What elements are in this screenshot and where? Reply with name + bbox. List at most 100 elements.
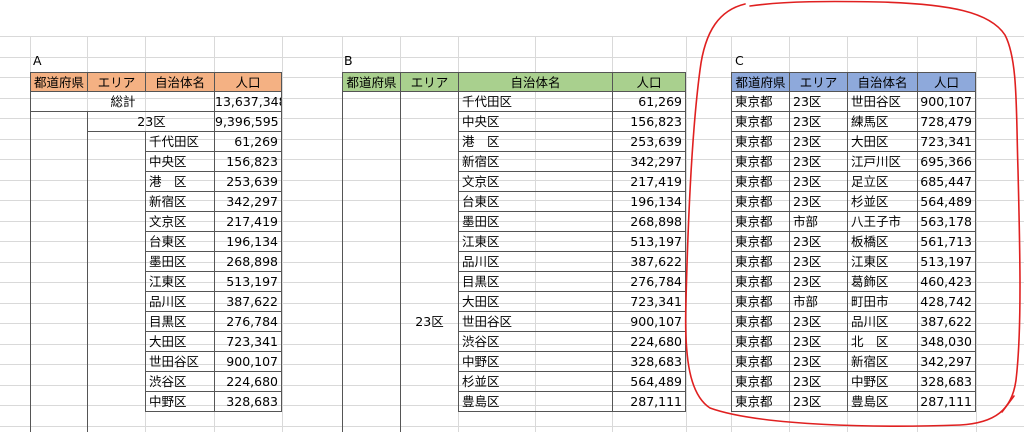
table-c-row-name[interactable]: 八王子市 — [847, 212, 918, 232]
table-a-row-name[interactable]: 千代田区 — [145, 132, 215, 152]
table-c-header-name[interactable]: 自治体名 — [847, 72, 918, 92]
table-c-row-area[interactable]: 市部 — [789, 212, 848, 232]
table-a-row-name[interactable]: 世田谷区 — [145, 352, 215, 372]
table-b-row-pop[interactable]: 387,622 — [612, 252, 686, 272]
table-b-header-name[interactable]: 自治体名 — [458, 72, 613, 92]
table-c-row-pref[interactable]: 東京都 — [731, 172, 790, 192]
table-a-row-pop[interactable]: 156,823 — [214, 152, 282, 172]
table-b-row-pop[interactable]: 328,683 — [612, 352, 686, 372]
table-a-row-pop[interactable]: 196,134 — [214, 232, 282, 252]
table-b-row-pop[interactable]: 224,680 — [612, 332, 686, 352]
table-b-row-name[interactable]: 文京区 — [458, 172, 613, 192]
table-c-row-area[interactable]: 23区 — [789, 272, 848, 292]
table-b-header-pref[interactable]: 都道府県 — [342, 72, 401, 92]
table-a-sub-label[interactable]: 23区 — [87, 112, 215, 132]
table-c-row-pop[interactable]: 428,742 — [917, 292, 976, 312]
table-c-row-pop[interactable]: 723,341 — [917, 132, 976, 152]
table-c-row-area[interactable]: 23区 — [789, 192, 848, 212]
table-b-row-name[interactable]: 江東区 — [458, 232, 613, 252]
table-c-row-name[interactable]: 練馬区 — [847, 112, 918, 132]
table-c-row-pref[interactable]: 東京都 — [731, 332, 790, 352]
table-c-row-pref[interactable]: 東京都 — [731, 372, 790, 392]
table-c-row-name[interactable]: 杉並区 — [847, 192, 918, 212]
table-a-header-area[interactable]: エリア — [87, 72, 146, 92]
table-a-row-pop[interactable]: 253,639 — [214, 172, 282, 192]
table-b-row-pop[interactable]: 900,107 — [612, 312, 686, 332]
table-c-row-pref[interactable]: 東京都 — [731, 392, 790, 412]
table-a-total-value[interactable]: 13,637,348 — [214, 92, 282, 112]
table-a-row-name[interactable]: 墨田区 — [145, 252, 215, 272]
table-c-row-area[interactable]: 23区 — [789, 132, 848, 152]
table-c-row-pref[interactable]: 東京都 — [731, 152, 790, 172]
table-c-row-area[interactable]: 23区 — [789, 332, 848, 352]
table-c-row-name[interactable]: 新宿区 — [847, 352, 918, 372]
table-a-row-pop[interactable]: 900,107 — [214, 352, 282, 372]
table-a-row-name[interactable]: 文京区 — [145, 212, 215, 232]
table-b-row-pop[interactable]: 276,784 — [612, 272, 686, 292]
table-a-header-name[interactable]: 自治体名 — [145, 72, 215, 92]
table-c-row-pop[interactable]: 685,447 — [917, 172, 976, 192]
table-c-row-pop[interactable]: 328,683 — [917, 372, 976, 392]
table-c-header-area[interactable]: エリア — [789, 72, 848, 92]
table-c-row-pref[interactable]: 東京都 — [731, 212, 790, 232]
table-a-row-pop[interactable]: 342,297 — [214, 192, 282, 212]
table-a-row-pop[interactable]: 387,622 — [214, 292, 282, 312]
table-c-row-pop[interactable]: 387,622 — [917, 312, 976, 332]
table-b-row-name[interactable]: 中野区 — [458, 352, 613, 372]
table-c-row-area[interactable]: 23区 — [789, 352, 848, 372]
table-a-row-name[interactable]: 中野区 — [145, 392, 215, 412]
table-c-row-pop[interactable]: 695,366 — [917, 152, 976, 172]
table-c-row-area[interactable]: 23区 — [789, 112, 848, 132]
table-a-row-pop[interactable]: 723,341 — [214, 332, 282, 352]
table-b-header-pop[interactable]: 人口 — [612, 72, 686, 92]
table-c-row-pref[interactable]: 東京都 — [731, 112, 790, 132]
table-c-row-pop[interactable]: 460,423 — [917, 272, 976, 292]
table-c-row-pref[interactable]: 東京都 — [731, 312, 790, 332]
table-b-row-name[interactable]: 世田谷区 — [458, 312, 613, 332]
table-c-row-area[interactable]: 23区 — [789, 372, 848, 392]
table-c-row-pref[interactable]: 東京都 — [731, 92, 790, 112]
table-a-row-name[interactable]: 港 区 — [145, 172, 215, 192]
table-a-row-pop[interactable]: 217,419 — [214, 212, 282, 232]
table-c-row-pop[interactable]: 561,713 — [917, 232, 976, 252]
table-b-row-name[interactable]: 品川区 — [458, 252, 613, 272]
table-b-row-name[interactable]: 渋谷区 — [458, 332, 613, 352]
table-b-row-pop[interactable]: 61,269 — [612, 92, 686, 112]
table-a-row-pop[interactable]: 328,683 — [214, 392, 282, 412]
table-a-row-name[interactable]: 中央区 — [145, 152, 215, 172]
table-a-header-pop[interactable]: 人口 — [214, 72, 282, 92]
table-b-header-area[interactable]: エリア — [400, 72, 459, 92]
table-a-row-pop[interactable]: 268,898 — [214, 252, 282, 272]
table-c-row-area[interactable]: 市部 — [789, 292, 848, 312]
table-c-row-pop[interactable]: 348,030 — [917, 332, 976, 352]
table-b-row-pop[interactable]: 196,134 — [612, 192, 686, 212]
table-c-row-area[interactable]: 23区 — [789, 312, 848, 332]
table-c-row-pop[interactable]: 342,297 — [917, 352, 976, 372]
table-c-row-name[interactable]: 品川区 — [847, 312, 918, 332]
table-b-row-name[interactable]: 千代田区 — [458, 92, 613, 112]
table-c-row-pref[interactable]: 東京都 — [731, 252, 790, 272]
table-c-row-area[interactable]: 23区 — [789, 172, 848, 192]
table-b-row-name[interactable]: 墨田区 — [458, 212, 613, 232]
table-b-row-name[interactable]: 中央区 — [458, 112, 613, 132]
table-c-row-area[interactable]: 23区 — [789, 152, 848, 172]
table-c-row-pop[interactable]: 728,479 — [917, 112, 976, 132]
table-a-row-pop[interactable]: 61,269 — [214, 132, 282, 152]
table-a-row-pop[interactable]: 224,680 — [214, 372, 282, 392]
table-a-row-name[interactable]: 江東区 — [145, 272, 215, 292]
table-c-row-name[interactable]: 豊島区 — [847, 392, 918, 412]
table-c-row-name[interactable]: 板橋区 — [847, 232, 918, 252]
table-b-row-pop[interactable]: 156,823 — [612, 112, 686, 132]
table-c-row-name[interactable]: 江東区 — [847, 252, 918, 272]
table-c-row-pref[interactable]: 東京都 — [731, 232, 790, 252]
table-a-sub-value[interactable]: 9,396,595 — [214, 112, 282, 132]
table-c-row-pop[interactable]: 900,107 — [917, 92, 976, 112]
table-c-row-area[interactable]: 23区 — [789, 252, 848, 272]
table-a-row-name[interactable]: 品川区 — [145, 292, 215, 312]
table-c-row-pref[interactable]: 東京都 — [731, 272, 790, 292]
table-b-row-pop[interactable]: 217,419 — [612, 172, 686, 192]
table-c-row-pop[interactable]: 564,489 — [917, 192, 976, 212]
table-c-row-name[interactable]: 町田市 — [847, 292, 918, 312]
table-b-row-pop[interactable]: 268,898 — [612, 212, 686, 232]
table-b-row-name[interactable]: 港 区 — [458, 132, 613, 152]
